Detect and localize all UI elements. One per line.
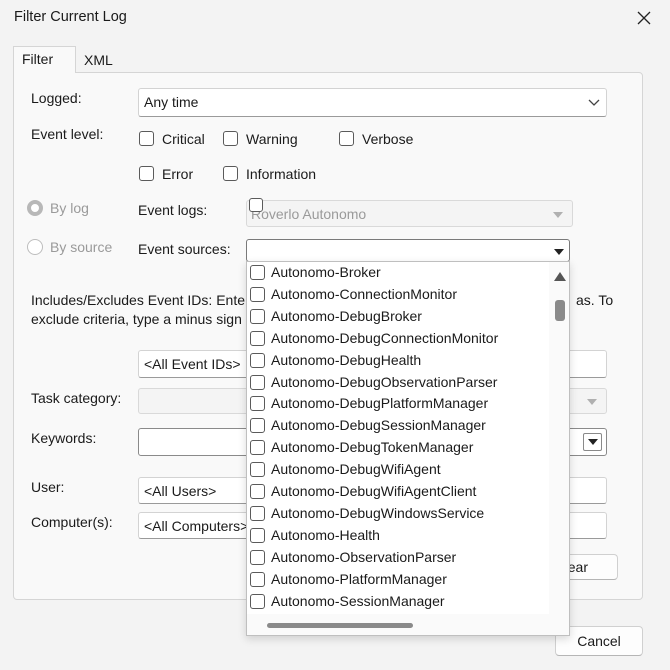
source-list-item[interactable]: Autonomo-DebugSessionManager [247,415,549,437]
horizontal-scrollbar[interactable] [247,614,569,635]
source-label: Autonomo-SessionManager [271,592,445,609]
information-checkbox[interactable] [223,166,238,181]
by-log-radio[interactable] [27,200,43,216]
source-checkbox[interactable] [250,462,265,478]
source-checkbox[interactable] [250,396,265,412]
chevron-down-icon [584,394,600,410]
source-label: Autonomo-DebugPlatformManager [271,395,489,412]
source-checkbox[interactable] [250,440,265,456]
logged-select[interactable]: Any time [138,88,607,117]
event-logs-select[interactable]: Roverlo Autonomo [246,200,573,227]
event-sources-select[interactable] [246,239,570,262]
chevron-down-icon [586,95,602,111]
event-ids-help-line1: Includes/Excludes Event IDs: Ente [31,292,245,308]
source-list-item[interactable]: Autonomo-DebugWindowsService [247,503,549,525]
source-list-item[interactable]: Autonomo-DebugObservationParser [247,372,549,394]
tab-xml[interactable]: XML [76,46,128,73]
source-label: Autonomo-Health [271,526,380,543]
keywords-label: Keywords: [31,430,97,446]
event-ids-value: <All Event IDs> [144,356,241,372]
source-checkbox[interactable] [250,527,265,543]
source-list-item[interactable]: Autonomo-DebugConnectionMonitor [247,328,549,350]
scroll-up-icon[interactable] [554,268,566,284]
source-list-item[interactable]: Autonomo-PlatformManager [247,569,549,591]
scroll-thumb[interactable] [555,300,565,321]
source-label: Autonomo-DebugHealth [271,351,422,368]
verbose-label: Verbose [362,131,414,147]
logged-label: Logged: [31,90,82,106]
error-label: Error [162,166,194,182]
source-label: Autonomo-DebugTokenManager [271,439,474,456]
chevron-down-icon [551,244,567,260]
user-label: User: [31,479,65,495]
vertical-scrollbar[interactable] [549,262,569,631]
source-label: Autonomo-PlatformManager [271,570,447,587]
source-list-item[interactable]: Autonomo-DebugTokenManager [247,437,549,459]
computers-label: Computer(s): [31,514,113,530]
source-checkbox[interactable] [250,484,265,499]
by-source-radio[interactable] [27,239,43,255]
event-ids-help-line2: exclude criteria, type a minus sign [31,311,242,327]
logged-value: Any time [144,94,199,110]
source-checkbox[interactable] [250,593,265,609]
event-ids-help-line1-tail: as. To [576,292,614,308]
user-value: <All Users> [144,483,217,499]
title-bar: Filter Current Log [0,0,670,36]
source-checkbox[interactable] [250,265,265,280]
tab-filter[interactable]: Filter [13,46,76,73]
source-list-item[interactable]: Autonomo-DebugWifiAgentClient [247,481,549,503]
source-checkbox[interactable] [250,571,265,587]
source-checkbox[interactable] [250,330,265,346]
event-sources-dropdown[interactable]: Autonomo-Broker Autonomo-ConnectionMonito… [246,261,570,636]
source-label: Autonomo-DebugWifiAgentClient [271,483,477,499]
source-checkbox[interactable] [250,286,265,302]
warning-checkbox[interactable] [223,131,238,146]
source-checkbox[interactable] [250,549,265,565]
source-label: Autonomo-DebugWindowsService [271,504,485,521]
source-checkbox[interactable] [250,418,265,434]
source-list-item[interactable]: Autonomo-DebugHealth [247,350,549,372]
source-label: Autonomo-DebugSessionManager [271,417,486,434]
event-logs-label: Event logs: [138,202,208,218]
source-label: Autonomo-DebugBroker [271,307,422,324]
source-label: Autonomo-DebugConnectionMonitor [271,329,499,346]
event-logs-value: Roverlo Autonomo [251,206,367,222]
source-list-item[interactable]: Autonomo-ConnectionMonitor [247,284,549,306]
critical-checkbox[interactable] [139,131,154,146]
verbose-checkbox[interactable] [339,131,354,146]
close-button[interactable] [628,4,660,32]
source-list-item[interactable]: Autonomo-DebugBroker [247,306,549,328]
computers-value: <All Computers> [144,518,249,534]
by-source-label: By source [50,239,113,255]
hscroll-thumb[interactable] [267,623,413,628]
source-checkbox[interactable] [250,308,265,324]
source-list-item[interactable]: Autonomo-DebugWifiAgent [247,459,549,481]
source-checkbox[interactable] [250,374,265,390]
source-list-item[interactable]: Autonomo-SessionManager [247,591,549,613]
source-label: Autonomo-DebugObservationParser [271,373,498,390]
source-list-item[interactable]: Autonomo-Broker [247,262,549,284]
event-level-label: Event level: [31,126,104,142]
task-category-label: Task category: [31,390,122,406]
warning-label: Warning [246,131,298,147]
critical-label: Critical [162,131,205,147]
source-checkbox[interactable] [250,352,265,368]
event-sources-label: Event sources: [138,241,231,257]
error-checkbox[interactable] [139,166,154,181]
by-log-label: By log [50,200,89,216]
window-title: Filter Current Log [14,9,127,25]
source-list-item[interactable]: Autonomo-Health [247,525,549,547]
close-icon [637,11,651,25]
source-list-item[interactable]: Autonomo-ObservationParser [247,547,549,569]
chevron-down-icon [550,207,566,223]
source-label: Autonomo-ConnectionMonitor [271,285,457,302]
source-checkbox[interactable] [250,505,265,521]
chevron-down-icon [583,433,602,451]
source-label: Autonomo-DebugWifiAgent [271,461,441,478]
event-logs-checkbox[interactable] [249,198,263,212]
source-label: Autonomo-Broker [271,264,381,280]
source-list-item[interactable]: Autonomo-DebugPlatformManager [247,393,549,415]
source-label: Autonomo-ObservationParser [271,548,457,565]
information-label: Information [246,166,317,182]
